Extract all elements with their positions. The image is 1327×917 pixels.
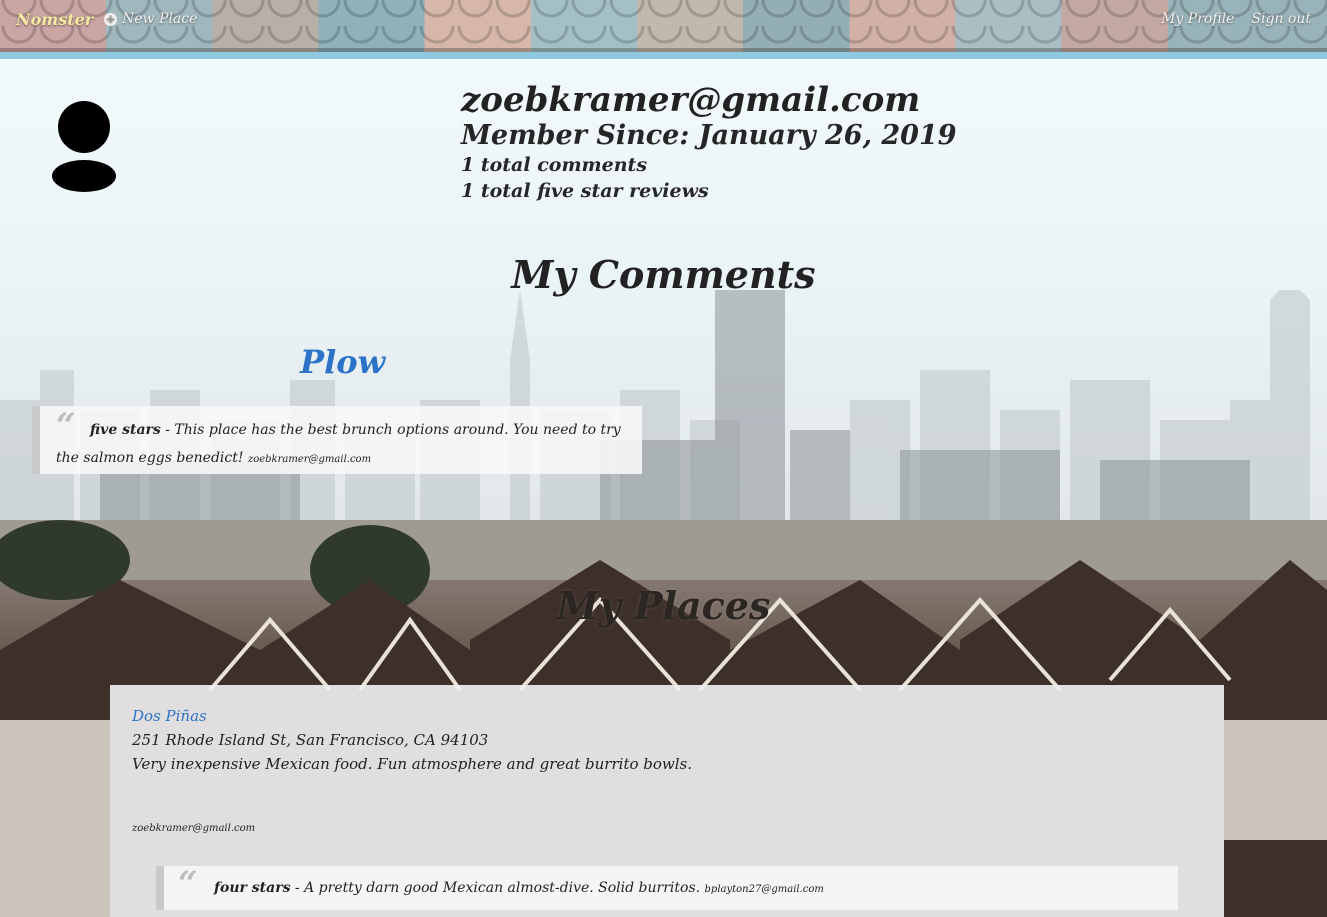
- place-comment-user: bplayton27@gmail.com: [704, 884, 824, 895]
- quote-mark-icon: “: [178, 864, 198, 904]
- place-comment-rating: four stars: [214, 880, 291, 896]
- profile-email: zoebkramer@gmail.com: [461, 80, 921, 120]
- new-place-label: New Place: [122, 11, 198, 27]
- user-silhouette-icon: [52, 101, 116, 192]
- comment-blockquote: “ five stars - This place has the best b…: [32, 406, 642, 474]
- place-address: 251 Rhode Island St, San Francisco, CA 9…: [132, 731, 489, 749]
- quote-mark-icon: “: [56, 406, 76, 446]
- place-name-link[interactable]: Dos Piñas: [132, 707, 207, 725]
- comment-text: five stars - This place has the best bru…: [56, 416, 628, 474]
- total-comments: 1 total comments: [461, 154, 648, 176]
- comment-place-link[interactable]: Plow: [300, 343, 385, 381]
- place-comment-blockquote: “ four stars - A pretty darn good Mexica…: [156, 864, 1178, 910]
- skyline-image: [0, 290, 1310, 520]
- my-profile-link[interactable]: My Profile: [1161, 11, 1234, 27]
- nav-accent-stripe: [0, 52, 1327, 59]
- my-comments-heading: My Comments: [511, 252, 816, 297]
- place-comment-text: four stars - A pretty darn good Mexican …: [180, 874, 1164, 904]
- place-owner: zoebkramer@gmail.com: [132, 823, 256, 834]
- sign-out-link[interactable]: Sign out: [1251, 11, 1311, 27]
- navbar: Nomster + New Place My Profile Sign out: [0, 0, 1327, 52]
- plus-circle-icon: +: [104, 11, 117, 26]
- member-since: Member Since: January 26, 2019: [461, 120, 957, 151]
- place-description: Very inexpensive Mexican food. Fun atmos…: [132, 755, 693, 773]
- comment-user: zoebkramer@gmail.com: [247, 454, 372, 465]
- my-places-heading: My Places: [556, 583, 771, 628]
- comment-rating: five stars: [90, 422, 161, 438]
- place-comment-body: - A pretty darn good Mexican almost-dive…: [290, 880, 705, 896]
- new-place-link[interactable]: + New Place: [104, 11, 197, 27]
- nav-right: My Profile Sign out: [1161, 11, 1311, 27]
- total-five-star-reviews: 1 total five star reviews: [461, 180, 709, 202]
- brand-link[interactable]: Nomster: [16, 10, 93, 29]
- place-card: Dos Piñas 251 Rhode Island St, San Franc…: [110, 685, 1224, 917]
